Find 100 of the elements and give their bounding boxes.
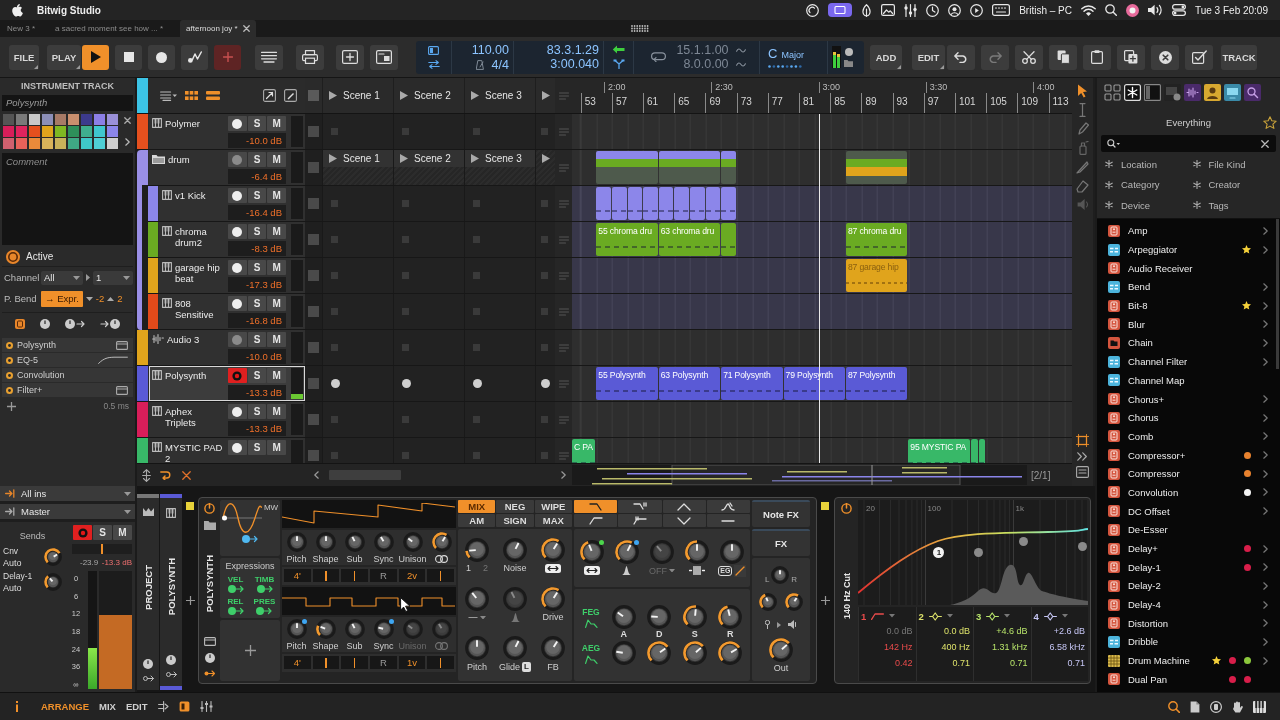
- clip-slot[interactable]: Scene 1: [322, 150, 393, 185]
- record-button[interactable]: [148, 44, 175, 70]
- search-field[interactable]: [1101, 135, 1276, 152]
- triangle-right-icon[interactable]: [86, 274, 90, 281]
- triangle-right-icon[interactable]: [777, 621, 781, 628]
- track-header[interactable]: v1 Kick S M -16.4 dB: [159, 186, 305, 221]
- mute-button[interactable]: M: [267, 188, 286, 203]
- square-icon[interactable]: [178, 701, 190, 712]
- browser-item[interactable]: Audio Receiver: [1108, 258, 1268, 278]
- clip[interactable]: [627, 187, 643, 220]
- knob-dot-icon[interactable]: [143, 659, 153, 669]
- tempo-field[interactable]: 110.00: [471, 42, 509, 57]
- clock[interactable]: Tue 3 Feb 20:09: [1195, 4, 1268, 16]
- band-number[interactable]: 2: [918, 610, 924, 622]
- knob-dot-icon[interactable]: [166, 655, 176, 665]
- asterisk-icon[interactable]: [1124, 84, 1141, 101]
- browser-item[interactable]: Compressor+: [1108, 445, 1268, 465]
- gain-value[interactable]: +4.6 dB: [976, 623, 1028, 639]
- gain-value[interactable]: 0.0 dB: [918, 623, 970, 639]
- track-header[interactable]: Polysynth S M -13.3 dB: [149, 366, 305, 401]
- undo-button[interactable]: [947, 44, 975, 70]
- chevron-right-icon[interactable]: [1263, 432, 1268, 441]
- knob[interactable]: [465, 587, 489, 611]
- filter-type-button[interactable]: [706, 514, 750, 527]
- color-swatch[interactable]: [81, 138, 92, 149]
- knob[interactable]: [344, 532, 365, 552]
- lines-arrow-icon[interactable]: [157, 701, 169, 712]
- star-icon[interactable]: [1263, 115, 1277, 129]
- sliders-icon[interactable]: [199, 701, 213, 712]
- caret-icon[interactable]: [946, 614, 953, 618]
- loop-start-field[interactable]: 15.1.1.00: [676, 43, 729, 57]
- knob[interactable]: [769, 638, 793, 663]
- knob[interactable]: [286, 619, 307, 639]
- rect-circle-icon[interactable]: [1164, 84, 1181, 101]
- clip[interactable]: 55 Polysynth: [596, 367, 658, 400]
- clip-slot[interactable]: Scene 3: [464, 150, 535, 185]
- browser-item[interactable]: Delay+: [1108, 539, 1268, 558]
- chevron-right-icon[interactable]: [1263, 357, 1268, 366]
- knob[interactable]: [611, 605, 636, 629]
- browser-item[interactable]: Arpeggiator: [1108, 240, 1268, 259]
- mix-mode-button[interactable]: NEG: [496, 500, 534, 513]
- paste-button[interactable]: [1083, 44, 1111, 70]
- browser-item[interactable]: Delay-2: [1108, 576, 1268, 596]
- automation-mode[interactable]: Auto: [3, 583, 33, 593]
- duplicate-button[interactable]: [1117, 44, 1145, 70]
- browser-item[interactable]: Distortion: [1108, 613, 1268, 633]
- knob[interactable]: [682, 641, 707, 665]
- text-cursor-icon[interactable]: [1077, 103, 1088, 117]
- dot-arrow-icon[interactable]: [227, 585, 244, 593]
- browser-item[interactable]: Bit-8: [1108, 296, 1268, 315]
- picture-icon[interactable]: [881, 4, 896, 16]
- color-swatch[interactable]: [107, 138, 118, 149]
- caret-icon[interactable]: [889, 614, 896, 618]
- solo-button[interactable]: S: [247, 368, 267, 383]
- value-field[interactable]: [312, 656, 340, 669]
- value-field[interactable]: [312, 569, 340, 582]
- knob[interactable]: [541, 636, 565, 661]
- toggles-icon[interactable]: [1172, 4, 1186, 16]
- folder-icon[interactable]: [844, 59, 853, 67]
- knife-icon[interactable]: [1076, 160, 1089, 174]
- chevron-right-icon[interactable]: [1263, 245, 1268, 254]
- timeline-ruler[interactable]: 2:00 2:30 3:00 3:30 4:00 53 57 61 65 69 73 77 81 85 89 93 97 101 105 109 113: [572, 78, 1072, 113]
- color-swatch[interactable]: [94, 138, 105, 149]
- group-clip[interactable]: [721, 151, 736, 184]
- scene-button[interactable]: Scene 3: [465, 150, 535, 167]
- volume-field[interactable]: -13.3 dB: [228, 421, 286, 436]
- mute-button[interactable]: M: [267, 152, 286, 167]
- clip[interactable]: [643, 187, 658, 220]
- comment-field[interactable]: Comment: [2, 153, 133, 245]
- window-icon[interactable]: [203, 637, 216, 646]
- power-icon[interactable]: [841, 503, 852, 514]
- diamond-icon[interactable]: [1043, 611, 1057, 621]
- automation-write-button[interactable]: [181, 44, 208, 70]
- browser-item[interactable]: De-Esser: [1108, 520, 1268, 540]
- chevron-right-icon[interactable]: [1263, 544, 1268, 553]
- search-icon[interactable]: [1105, 4, 1117, 16]
- pan-slider[interactable]: [72, 544, 132, 554]
- track-header[interactable]: Audio 3 S M -10.0 dB: [149, 330, 305, 365]
- color-swatch[interactable]: [3, 126, 14, 137]
- track-header[interactable]: Polymer S M -10.0 dB: [149, 114, 305, 149]
- group-clip[interactable]: [596, 151, 658, 184]
- clip[interactable]: [611, 187, 627, 220]
- solo-button[interactable]: S: [247, 296, 267, 311]
- ring-icon[interactable]: [6, 356, 13, 364]
- clip[interactable]: 87 Polysynth: [845, 367, 908, 400]
- app-name[interactable]: Bitwig Studio: [37, 4, 101, 16]
- band-number[interactable]: 4: [1033, 610, 1039, 622]
- view-tab[interactable]: MIX: [99, 701, 116, 712]
- knob[interactable]: [503, 636, 527, 661]
- solo-button[interactable]: S: [247, 152, 267, 167]
- facet-button[interactable]: Creator: [1192, 174, 1280, 195]
- browser-item[interactable]: Comb: [1108, 427, 1268, 446]
- facet-button[interactable]: Tags: [1192, 195, 1280, 216]
- knob[interactable]: [611, 641, 636, 665]
- color-swatch[interactable]: [81, 126, 92, 137]
- track-header[interactable]: MYSTIC PAD 2 S M: [149, 438, 305, 463]
- apple-icon[interactable]: [12, 3, 23, 17]
- window-icon[interactable]: [116, 340, 128, 350]
- band-node[interactable]: [1077, 541, 1087, 551]
- channel-number-dropdown[interactable]: 1: [93, 270, 133, 285]
